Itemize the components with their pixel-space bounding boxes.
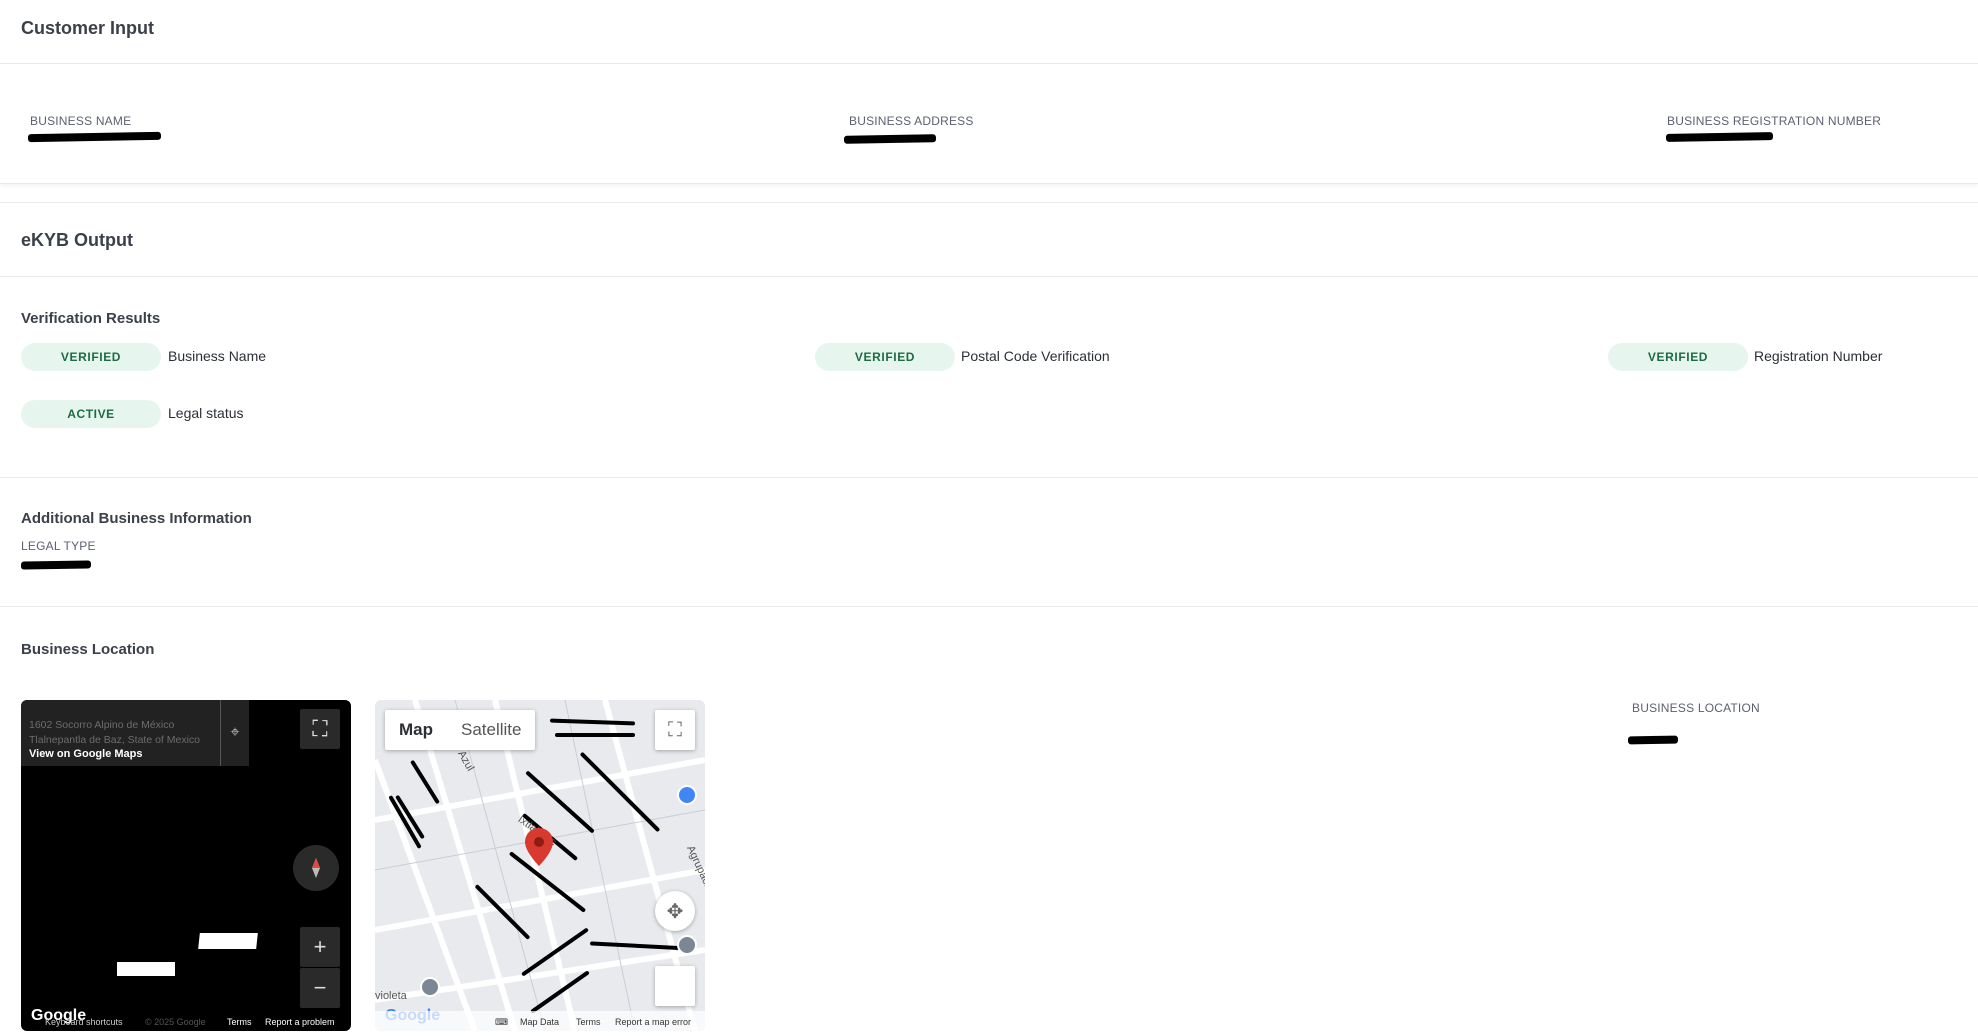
keyboard-icon[interactable]: ⌨ [495,1017,508,1028]
verification-label-legal-status: Legal status [168,405,244,421]
status-badge: ACTIVE [21,400,161,428]
status-badge: VERIFIED [815,343,955,371]
street-view-panel[interactable]: 1602 Socorro Alpino de México Tlalnepant… [21,700,351,1031]
divider [0,606,1978,607]
business-registration-value-redacted [1665,132,1774,142]
map-fullscreen-button[interactable]: ⛶ [655,710,695,750]
zoom-out-button[interactable]: − [300,968,340,1008]
divider [0,276,1978,277]
divider [0,63,1978,64]
legal-type-value-redacted [20,560,92,570]
status-badge: VERIFIED [21,343,161,371]
report-problem-link[interactable]: Report a problem [265,1017,335,1027]
business-location-value-redacted [1627,735,1679,745]
street-view-info-box: 1602 Socorro Alpino de México Tlalnepant… [21,700,249,766]
street-view-address-line1: 1602 Socorro Alpino de México [29,719,175,731]
report-map-error-link[interactable]: Report a map error [615,1017,691,1027]
redacted-label [555,733,635,737]
divider [0,202,1978,203]
street-view-address: 1602 Socorro Alpino de México Tlalnepant… [29,718,219,748]
map-terms-link[interactable]: Terms [576,1017,601,1027]
divider [0,477,1978,478]
business-name-value-redacted [27,131,162,143]
customer-input-title: Customer Input [21,18,154,38]
poi-icon[interactable] [420,977,440,997]
keyboard-shortcuts-link[interactable]: Keyboard shortcuts [45,1017,123,1027]
zoom-in-button[interactable]: + [300,927,340,967]
street-view-scene-shape [198,933,258,949]
status-badge: VERIFIED [1608,343,1748,371]
business-location-label: BUSINESS LOCATION [1632,701,1760,715]
map-panel[interactable]: violeta Agrupaci Ixtlahuac Azul Map Sate… [375,700,705,1031]
street-view-address-line2: Tlalnepantla de Baz, State of Mexico [29,734,201,746]
map-data-link[interactable]: Map Data [520,1017,559,1027]
business-location-title: Business Location [21,641,155,658]
ekyb-title: eKYB Output [21,230,133,250]
compass-needle-icon [312,858,320,878]
street-view-scene-shape [117,962,175,976]
business-address-value-redacted [843,134,937,144]
location-pin-icon[interactable]: ⌖ [220,700,249,766]
verification-label-postal-code: Postal Code Verification [961,348,1110,364]
copyright-text: © 2025 Google [145,1017,206,1027]
map-pin-icon[interactable] [525,828,553,866]
pegman-button[interactable] [655,966,695,1006]
verification-label-business-name: Business Name [168,348,267,364]
additional-info-title: Additional Business Information [21,510,252,527]
satellite-tab[interactable]: Satellite [447,710,535,750]
terms-link[interactable]: Terms [227,1017,252,1027]
fullscreen-button[interactable]: ⛶ [300,709,340,749]
verification-label-registration-number: Registration Number [1754,348,1883,364]
business-address-label: BUSINESS ADDRESS [849,114,974,128]
customer-input-card: Customer Input BUSINESS NAME BUSINESS AD… [0,0,1978,184]
map-footer: ⌨ Map Data Terms Report a map error [375,1011,705,1031]
legal-type-label: LEGAL TYPE [21,539,96,553]
map-street-label: violeta [375,990,407,1002]
verification-results-title: Verification Results [21,310,161,327]
shopping-cart-icon[interactable] [677,785,697,805]
business-registration-label: BUSINESS REGISTRATION NUMBER [1667,114,1882,128]
business-name-label: BUSINESS NAME [30,114,132,128]
map-type-toggle[interactable]: Map Satellite [385,710,536,750]
map-camera-control-button[interactable]: ✥ [655,891,695,931]
street-view-footer: Keyboard shortcuts © 2025 Google Terms R… [21,1011,351,1031]
poi-icon[interactable] [677,935,697,955]
view-on-google-maps-link[interactable]: View on Google Maps [29,748,142,760]
map-tab[interactable]: Map [385,710,447,750]
compass-icon[interactable] [293,845,339,891]
